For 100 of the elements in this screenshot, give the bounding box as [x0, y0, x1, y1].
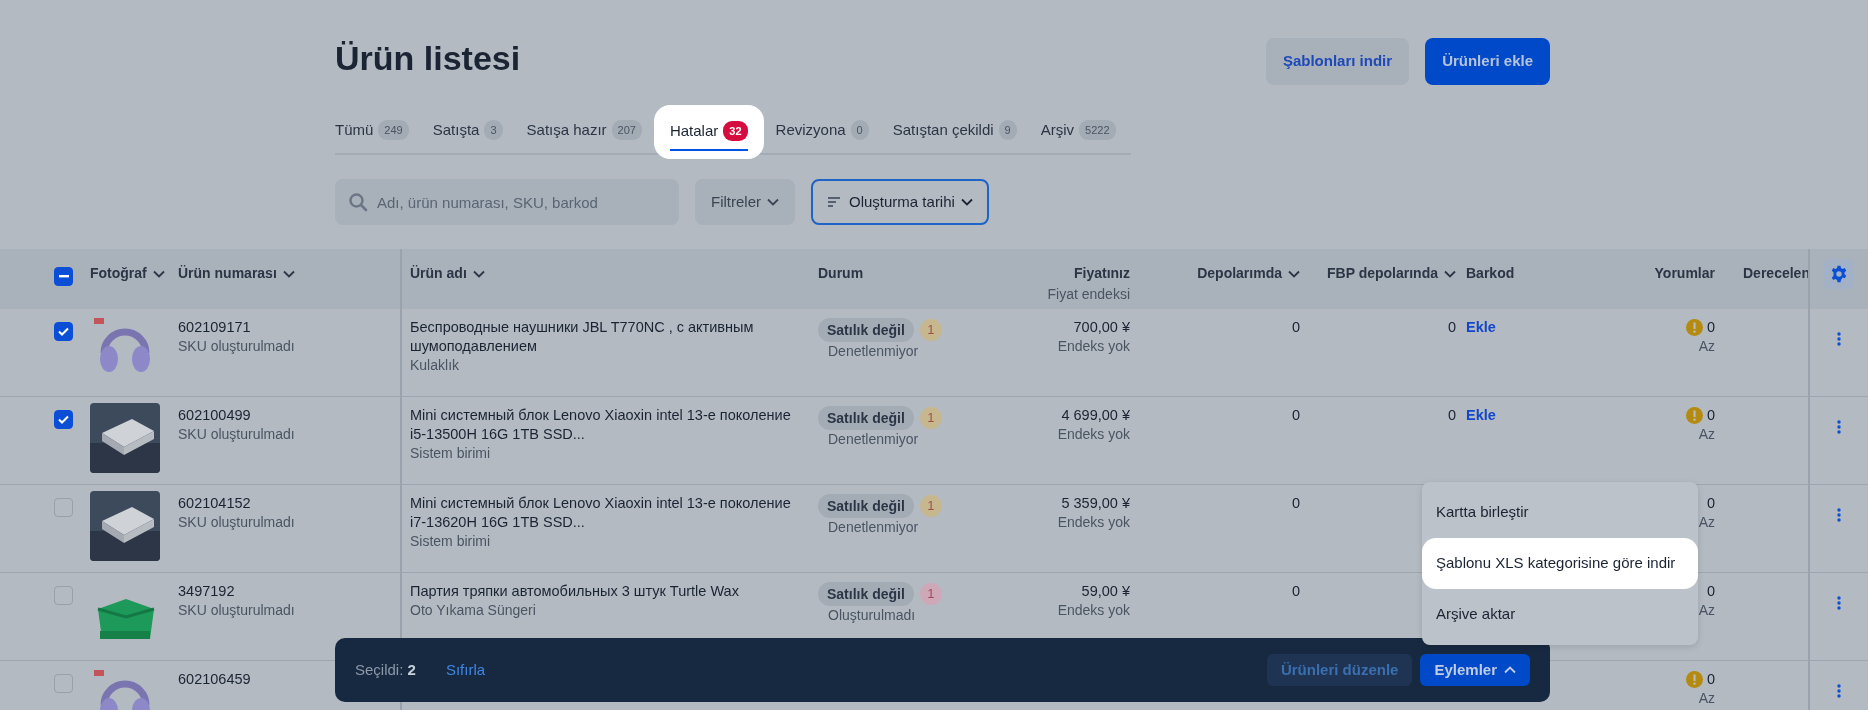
chevron-icon [152, 269, 165, 278]
menu-item[interactable]: Kartta birleştir [1422, 487, 1698, 538]
column-header: Yorumlar [1654, 264, 1715, 283]
status-badge: Satılık değil [818, 494, 914, 519]
column-header: Barkod [1466, 264, 1515, 283]
column-header[interactable]: Fotoğraf [90, 263, 165, 284]
tab[interactable]: Arşiv 5222 [1028, 108, 1128, 153]
more-icon [1837, 508, 1841, 523]
sort-icon [827, 196, 841, 208]
price-index: Endeks yok [1056, 600, 1130, 620]
header-button[interactable]: Şablonları indir [1265, 38, 1410, 85]
tab-count: 9 [998, 119, 1017, 140]
price: 4 699,00 ¥ [1060, 406, 1130, 425]
product-name: Mini системный блок Lenovo Xiaoxin intel 13-е поколение i5-13500H 16G 1TB SSD... [410, 406, 792, 444]
more-icon [1837, 684, 1841, 699]
status-badge: Satılık değil [818, 318, 914, 343]
status-note: Denetlenmiyor [827, 518, 920, 537]
review-level: Az [1697, 424, 1715, 444]
chevron-icon [282, 269, 295, 278]
header-button[interactable]: Ürünleri ekle [1425, 38, 1550, 85]
review-level: Az [1697, 600, 1715, 620]
review-count: 0 [1706, 582, 1715, 601]
product-number: 602109171 [178, 318, 251, 337]
status-note: Denetlenmiyor [827, 342, 920, 361]
tab-count: 249 [378, 119, 409, 140]
product-name: Mini системный блок Lenovo Xiaoxin intel 13-е поколение i7-13620H 16G 1TB SSD... [410, 494, 792, 532]
status-note: Denetlenmiyor [827, 430, 920, 449]
checkbox[interactable] [54, 674, 73, 693]
menu-item[interactable]: Şablonu XLS kategorisine göre indir [1422, 538, 1698, 589]
chevron-icon [767, 198, 779, 206]
column-header[interactable]: Ürün numarası [178, 263, 295, 284]
more-icon [1837, 332, 1841, 347]
stock-count: 0 [1291, 319, 1300, 335]
review-level: Az [1697, 512, 1715, 532]
search-field[interactable]: Adı, ürün numarası, SKU, barkod [335, 179, 679, 225]
status-badge: Satılık değil [818, 582, 914, 607]
selected-count: Seçildi: 2 [355, 659, 416, 680]
settings-button[interactable] [1824, 259, 1854, 289]
action-button[interactable]: Eylemler [1420, 654, 1530, 686]
product-number: 602100499 [178, 406, 251, 425]
column-header[interactable]: Ürün adı [410, 263, 485, 284]
product-number: 3497192 [178, 582, 235, 601]
column-header[interactable]: FBP depolarında [1327, 263, 1456, 284]
stock-count: 0 [1291, 407, 1300, 423]
tab[interactable]: Hatalar 32 [653, 104, 764, 159]
stock-count: 0 [1447, 319, 1456, 335]
filters-button[interactable]: Filtreler [695, 179, 795, 225]
check-icon [58, 327, 69, 336]
review-count: 0 [1706, 670, 1715, 689]
menu-item[interactable]: Arşive aktar [1422, 589, 1698, 640]
tab-count: 5222 [1079, 119, 1116, 140]
stock-count: 0 [1291, 495, 1300, 511]
tab[interactable]: Revizyona 0 [763, 108, 881, 153]
issue-count: 1 [919, 495, 942, 518]
chevron-icon [1288, 269, 1300, 278]
price-index: Endeks yok [1056, 512, 1130, 532]
price-index: Endeks yok [1056, 424, 1130, 444]
sku-note: SKU oluşturulmadı [178, 600, 295, 620]
column-header: Durum [818, 264, 864, 283]
tab-count: 3 [484, 119, 503, 140]
tab[interactable]: Satışa hazır 207 [514, 108, 654, 153]
more-icon [1837, 420, 1841, 435]
sku-note: SKU oluşturulmadı [178, 512, 295, 532]
tab[interactable]: Satıştan çekildi 9 [880, 108, 1029, 153]
checkbox[interactable] [54, 586, 73, 605]
tab[interactable]: Tümü 249 [335, 108, 421, 153]
review-level: Az [1697, 688, 1715, 708]
review-count: 0 [1706, 406, 1715, 425]
checkbox[interactable] [54, 322, 73, 341]
issue-count: 1 [919, 583, 942, 606]
column-subheader: Fiyat endeksi [1047, 286, 1130, 302]
product-category: Kulaklık [410, 355, 461, 374]
caret-icon [1504, 666, 1516, 674]
chevron-icon [960, 198, 973, 206]
check-icon [58, 415, 69, 424]
column-header: Fiyatınız [1074, 264, 1130, 283]
price: 5 359,00 ¥ [1060, 494, 1130, 513]
minus-icon [58, 275, 69, 278]
review-level: Az [1697, 336, 1715, 356]
stock-count: 0 [1447, 407, 1456, 423]
chevron-icon [472, 269, 485, 278]
checkbox[interactable] [54, 267, 73, 286]
search-icon [348, 192, 368, 212]
sku-note: SKU oluşturulmadı [178, 336, 295, 356]
status-note: Oluşturulmadı [827, 606, 917, 625]
page-title: Ürün listesi [335, 38, 521, 79]
checkbox[interactable] [54, 498, 73, 517]
checkbox[interactable] [54, 410, 73, 429]
tab-count: 207 [611, 119, 642, 140]
reset-link[interactable]: Sıfırla [445, 658, 486, 682]
product-category: Oto Yıkama Süngeri [410, 600, 537, 620]
price-index: Endeks yok [1056, 336, 1130, 356]
add-barcode-link[interactable]: Ekle [1466, 407, 1496, 423]
status-badge: Satılık değil [818, 406, 914, 431]
column-header[interactable]: Depolarımda [1197, 263, 1300, 284]
product-name: Партия тряпки автомобильных 3 штук Turtle Wax [410, 582, 740, 601]
issue-count: 1 [919, 407, 942, 430]
sort-button[interactable]: Oluşturma tarihi [811, 179, 989, 225]
add-barcode-link[interactable]: Ekle [1466, 319, 1496, 335]
tab[interactable]: Satışta 3 [420, 108, 515, 153]
